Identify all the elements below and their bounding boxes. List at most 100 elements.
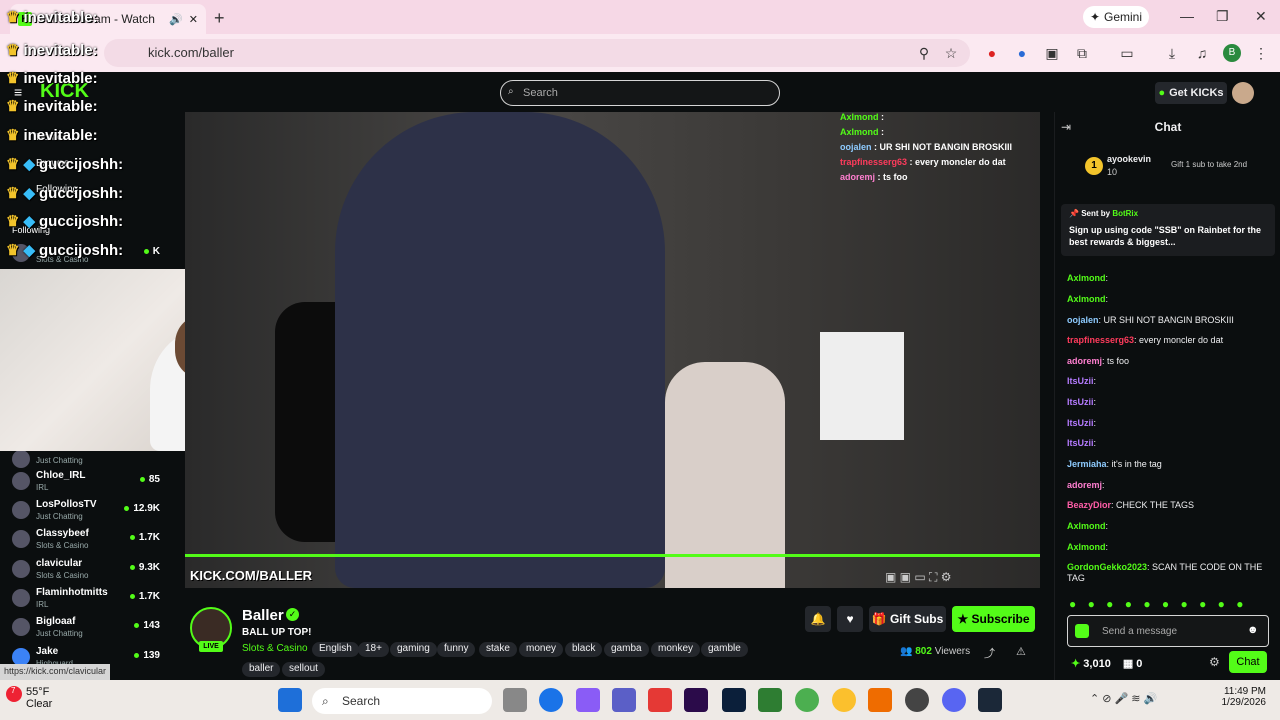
sidebar-channel-bigloaaf[interactable]: Bigloaaf Just Chatting 143	[8, 614, 164, 642]
weather-widget[interactable]: 55°F Clear	[26, 686, 52, 710]
get-kicks-button[interactable]: ● Get KICKs	[1155, 82, 1227, 104]
browser-menu-icon[interactable]: ⋮	[1252, 44, 1270, 62]
chat-username[interactable]: adoremj	[1067, 356, 1102, 366]
app-red-icon[interactable]	[648, 688, 672, 712]
tag[interactable]: stake	[479, 642, 517, 657]
gift-subs-button[interactable]: 🎁 Gift Subs	[869, 606, 946, 632]
extension-box-icon[interactable]: ▣	[1043, 44, 1061, 62]
channel-name: Chloe_IRL	[36, 470, 86, 481]
subscribe-button[interactable]: ★ Subscribe	[952, 606, 1035, 632]
tag[interactable]: sellout	[282, 662, 325, 677]
extension-adblock-icon[interactable]: ●	[983, 44, 1001, 62]
share-icon[interactable]: ⤴	[984, 645, 995, 661]
overlay-chat-user: oojalen	[840, 142, 872, 152]
pinned-message[interactable]: 📌 Sent by BotRix Sign up using code "SSB…	[1061, 204, 1275, 256]
chat-username[interactable]: oojalen	[1067, 315, 1099, 325]
chat-username[interactable]: GordonGekko2023	[1067, 562, 1147, 572]
app-orange-icon[interactable]	[868, 688, 892, 712]
player-controls[interactable]: ▣ ▣ ▭ ⛶ ⚙	[885, 570, 952, 585]
sidebar-channel-classybeef[interactable]: Classybeef Slots & Casino 1.7K	[8, 526, 164, 554]
chrome-active-icon[interactable]	[795, 688, 819, 712]
app-green-icon[interactable]	[758, 688, 782, 712]
tag[interactable]: funny	[437, 642, 476, 657]
sidebar-channel-lospollos[interactable]: LosPollosTV Just Chatting 12.9K	[8, 497, 164, 525]
tag[interactable]: English	[312, 642, 359, 657]
tag[interactable]: gamble	[701, 642, 748, 657]
chat-username[interactable]: ItsUzii	[1067, 376, 1094, 386]
tag[interactable]: gamba	[604, 642, 649, 657]
video-progress-bar[interactable]	[185, 554, 1040, 557]
photoshop-icon[interactable]	[722, 688, 746, 712]
settings-gear-icon[interactable]: ⚙	[1209, 655, 1220, 669]
zoom-icon[interactable]: ⚲	[915, 44, 933, 62]
taskbar-search[interactable]: Search	[312, 688, 492, 714]
obs-icon[interactable]	[905, 688, 929, 712]
channel-category: Just Chatting	[36, 629, 83, 638]
chat-username[interactable]: ItsUzii	[1067, 418, 1094, 428]
media-control-icon[interactable]: ♫	[1193, 44, 1211, 62]
url-bar[interactable]: kick.com/baller	[104, 39, 970, 67]
windows-start-icon[interactable]	[278, 688, 302, 712]
minimize-button[interactable]: —	[1180, 8, 1194, 24]
stream-category[interactable]: Slots & Casino	[242, 643, 308, 654]
tag[interactable]: money	[519, 642, 564, 657]
bookmark-star-icon[interactable]: ☆	[942, 44, 960, 62]
search-input[interactable]: Search	[500, 80, 780, 106]
tag[interactable]: 18+	[358, 642, 389, 657]
smiley-icon[interactable]: ☻	[1247, 624, 1259, 636]
chat-username[interactable]: Axlmond	[1067, 542, 1106, 552]
chat-text: : every moncler do dat	[1134, 335, 1224, 345]
overlay-alert-text: inevitable:	[23, 70, 98, 87]
screen-share-icon[interactable]: ▭	[1118, 44, 1136, 62]
chat-input[interactable]: Send a message	[1067, 615, 1269, 647]
copilot-icon[interactable]	[576, 688, 600, 712]
channel-name[interactable]: Baller	[242, 607, 284, 624]
chat-username[interactable]: ItsUzii	[1067, 438, 1094, 448]
chat-username[interactable]: Axlmond	[1067, 294, 1106, 304]
maximize-button[interactable]: ❐	[1216, 8, 1229, 25]
premiere-icon[interactable]	[684, 688, 708, 712]
video-player[interactable]: Axlmond : Axlmond : oojalen : UR SHI NOT…	[185, 112, 1040, 588]
emote-picker-icon[interactable]	[1075, 624, 1089, 638]
tag[interactable]: monkey	[651, 642, 701, 657]
chat-username[interactable]: Axlmond	[1067, 273, 1106, 283]
sidebar-channel-chloe[interactable]: Chloe_IRL IRL 85	[8, 468, 164, 496]
gemini-button[interactable]: ✦ Gemini	[1083, 6, 1149, 28]
teams-icon[interactable]	[612, 688, 636, 712]
overlay-alert: ♛ inevitable:	[6, 126, 98, 144]
chrome-icon[interactable]	[832, 688, 856, 712]
tab-close-icon[interactable]: ✕	[189, 13, 198, 26]
gift-prompt[interactable]: Gift 1 sub to take 2nd	[1171, 160, 1247, 169]
report-icon[interactable]: ⚠	[1016, 645, 1026, 658]
tray-icons[interactable]: ⌃ ⊘ 🎤 ≋ 🔊	[1090, 692, 1157, 705]
close-window-button[interactable]: ✕	[1255, 8, 1267, 25]
emote-bar[interactable]: ● ● ● ● ● ● ● ● ● ●	[1069, 597, 1248, 611]
tag[interactable]: gaming	[390, 642, 437, 657]
sidebar-channel-flaminhotmitts[interactable]: Flaminhotmitts IRL 1.7K	[8, 585, 164, 613]
edge-icon[interactable]	[539, 688, 563, 712]
follow-heart-button[interactable]: ♥	[837, 606, 863, 632]
chat-username[interactable]: BeazyDior	[1067, 500, 1111, 510]
extensions-puzzle-icon[interactable]: ⧉	[1073, 44, 1091, 62]
extension-icon[interactable]: ●	[1013, 44, 1031, 62]
notification-bell-button[interactable]: 🔔	[805, 606, 831, 632]
channel-points[interactable]: ✦ 3,010 ▦ 0	[1071, 657, 1142, 670]
tag[interactable]: black	[565, 642, 603, 657]
download-icon[interactable]: ⤓	[1163, 44, 1181, 62]
chat-username[interactable]: adoremj	[1067, 480, 1102, 490]
task-view-icon[interactable]	[503, 688, 527, 712]
chat-username[interactable]: Axlmond	[1067, 521, 1106, 531]
chat-username[interactable]: Jermiaha	[1067, 459, 1107, 469]
chat-username[interactable]: ItsUzii	[1067, 397, 1094, 407]
chat-username[interactable]: trapfinesserg63	[1067, 335, 1134, 345]
clock[interactable]: 11:49 PM 1/29/2026	[1220, 686, 1267, 708]
discord-icon[interactable]	[942, 688, 966, 712]
tab-audio-icon[interactable]: 🔊	[169, 13, 183, 26]
new-tab-button[interactable]: +	[214, 8, 225, 29]
user-avatar[interactable]	[1232, 82, 1254, 104]
profile-avatar[interactable]: B	[1223, 44, 1241, 62]
sidebar-channel-clavicular[interactable]: clavicular Slots & Casino 9.3K	[8, 556, 164, 584]
tag[interactable]: baller	[242, 662, 281, 677]
steam-icon[interactable]	[978, 688, 1002, 712]
chat-send-button[interactable]: Chat	[1229, 651, 1267, 673]
